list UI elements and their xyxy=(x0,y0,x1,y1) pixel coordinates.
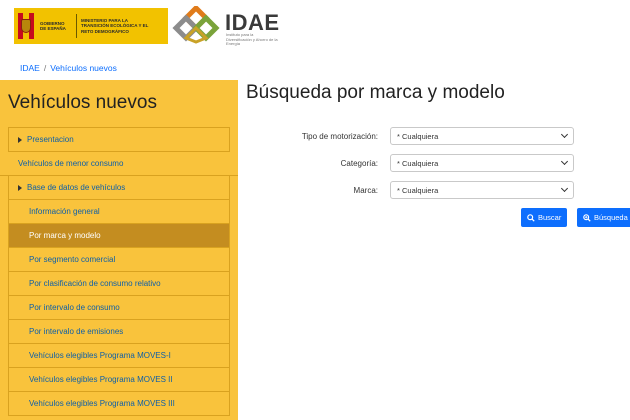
sidebar-item[interactable]: Por intervalo de consumo xyxy=(8,296,230,320)
advanced-search-button-label: Búsqueda xyxy=(594,213,628,222)
category-row: Categoría: * Cualquiera xyxy=(260,154,590,172)
sidebar-item[interactable]: Presentacion xyxy=(8,128,230,152)
sidebar-item[interactable]: Por intervalo de emisiones xyxy=(8,320,230,344)
chevron-down-icon xyxy=(560,130,569,139)
search-icon xyxy=(527,213,535,222)
sidebar-item[interactable]: Vehículos elegibles Programa MOVES II xyxy=(8,368,230,392)
sidebar-item-label: Por clasificación de consumo relativo xyxy=(29,279,161,288)
search-button[interactable]: Buscar xyxy=(521,208,568,227)
chevron-down-icon xyxy=(560,157,569,166)
sidebar-item[interactable]: Por segmento comercial xyxy=(8,248,230,272)
brand-select[interactable]: * Cualquiera xyxy=(390,181,574,199)
sidebar-item-label: Por intervalo de consumo xyxy=(29,303,120,312)
idae-logo-icon[interactable] xyxy=(172,6,220,44)
category-label: Categoría: xyxy=(340,158,378,168)
zoom-in-icon xyxy=(583,213,591,222)
brand-label: Marca: xyxy=(353,185,378,195)
government-logo[interactable]: GOBIERNO DE ESPAÑA MINISTERIO PARA LA TR… xyxy=(14,8,168,44)
spain-flag-icon xyxy=(18,13,34,39)
motor-type-value: * Cualquiera xyxy=(397,131,439,141)
category-select[interactable]: * Cualquiera xyxy=(390,154,574,172)
sidebar-item[interactable]: Vehículos elegibles Programa MOVES III xyxy=(8,392,230,416)
sidebar-item[interactable]: Por marca y modelo xyxy=(8,224,230,248)
sidebar-item[interactable]: Base de datos de vehículos xyxy=(8,176,230,200)
sidebar-title: Vehículos nuevos xyxy=(8,92,157,113)
breadcrumb: IDAE / Vehículos nuevos xyxy=(20,63,117,73)
sidebar-nav: Presentacion Vehículos de menor consumo Ba… xyxy=(0,127,238,416)
motor-type-row: Tipo de motorización: * Cualquiera xyxy=(260,127,590,145)
brand-row: Marca: * Cualquiera xyxy=(260,181,590,199)
page-title: Búsqueda por marca y modelo xyxy=(246,82,505,103)
brand-value: * Cualquiera xyxy=(397,185,439,195)
sidebar-item-label: Por segmento comercial xyxy=(29,255,116,264)
breadcrumb-separator: / xyxy=(43,63,47,73)
motor-type-select[interactable]: * Cualquiera xyxy=(390,127,574,145)
sidebar-item[interactable]: Vehículos elegibles Programa MOVES-I xyxy=(8,344,230,368)
gov-name: GOBIERNO DE ESPAÑA xyxy=(40,20,66,32)
ministry-name: MINISTERIO PARA LA TRANSICIÓN ECOLÓGICA … xyxy=(81,17,149,34)
category-value: * Cualquiera xyxy=(397,158,439,168)
sidebar-item[interactable]: Información general xyxy=(8,200,230,224)
caret-right-icon xyxy=(18,184,22,191)
sidebar-item-label: Por marca y modelo xyxy=(29,231,101,240)
sidebar-item-label: Presentacion xyxy=(27,135,74,144)
chevron-down-icon xyxy=(560,184,569,193)
sidebar-item-label: Base de datos de vehículos xyxy=(27,183,126,192)
caret-right-icon xyxy=(18,136,22,143)
sidebar-item-label: Vehículos elegibles Programa MOVES III xyxy=(29,399,175,408)
sidebar-item-label: Vehículos elegibles Programa MOVES-I xyxy=(29,351,171,360)
sidebar-item[interactable]: Vehículos de menor consumo xyxy=(0,152,238,176)
breadcrumb-current[interactable]: Vehículos nuevos xyxy=(50,63,117,73)
advanced-search-button[interactable]: Búsqueda xyxy=(577,208,630,227)
sidebar-item-label: Vehículos de menor consumo xyxy=(18,159,124,168)
breadcrumb-home-link[interactable]: IDAE xyxy=(20,63,40,73)
sidebar-item-label: Información general xyxy=(29,207,100,216)
sidebar-item-label: Vehículos elegibles Programa MOVES II xyxy=(29,375,173,384)
sidebar-item-label: Por intervalo de emisiones xyxy=(29,327,124,336)
sidebar-item[interactable]: Por clasificación de consumo relativo xyxy=(8,272,230,296)
search-button-label: Buscar xyxy=(538,213,562,222)
motor-type-label: Tipo de motorización: xyxy=(301,131,378,141)
brand-subtitle: Instituto para la Diversificación y Ahor… xyxy=(226,32,278,46)
site-header: GOBIERNO DE ESPAÑA MINISTERIO PARA LA TR… xyxy=(0,0,630,52)
